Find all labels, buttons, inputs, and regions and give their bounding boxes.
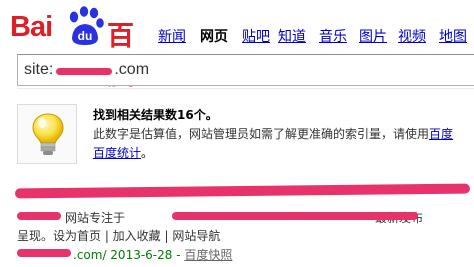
result-description-line2: 呈现。设为首页 | 加入收藏 | 网站导航 [17,229,221,243]
tip-text: 此数字是估算值，网站管理员如需了解更准确的索引量，请使用百度 [93,127,454,141]
tip-link-tongji[interactable]: 百度统计 [93,146,141,160]
cache-snapshot-link[interactable]: 百度快照 [184,248,232,262]
tip-icon-box [17,104,77,164]
redaction-mark [172,212,418,220]
redaction-mark [17,212,61,220]
lightbulb-icon [32,113,64,155]
tab-web: 网页 [200,29,228,45]
redaction-mark [56,68,112,75]
redaction-mark [14,183,471,199]
paw-icon: du [69,6,104,45]
redaction-mark [17,249,71,257]
baidu-logo[interactable]: Bai du 百度 [10,6,150,91]
divider [17,88,474,89]
tab-zhidao[interactable]: 知道 [278,26,306,46]
result-count: 找到相关结果数16个。 [93,108,218,122]
tip-text-line2: 百度统计。 [93,146,154,160]
search-input[interactable]: site: .com [17,54,474,86]
tab-images[interactable]: 图片 [359,26,387,46]
paw-text: du [78,29,93,43]
tab-tieba[interactable]: 贴吧 [242,26,270,46]
tab-map[interactable]: 地图 [439,26,467,46]
tab-music[interactable]: 音乐 [319,26,347,46]
logo-latin: Bai [10,11,53,43]
tab-news[interactable]: 新闻 [158,26,186,46]
search-tabs: 新闻 网页 贴吧 知道 音乐 图片 视频 地图 [150,26,474,46]
tip-link-baidu[interactable]: 百度 [429,127,453,141]
tab-video[interactable]: 视频 [398,26,426,46]
